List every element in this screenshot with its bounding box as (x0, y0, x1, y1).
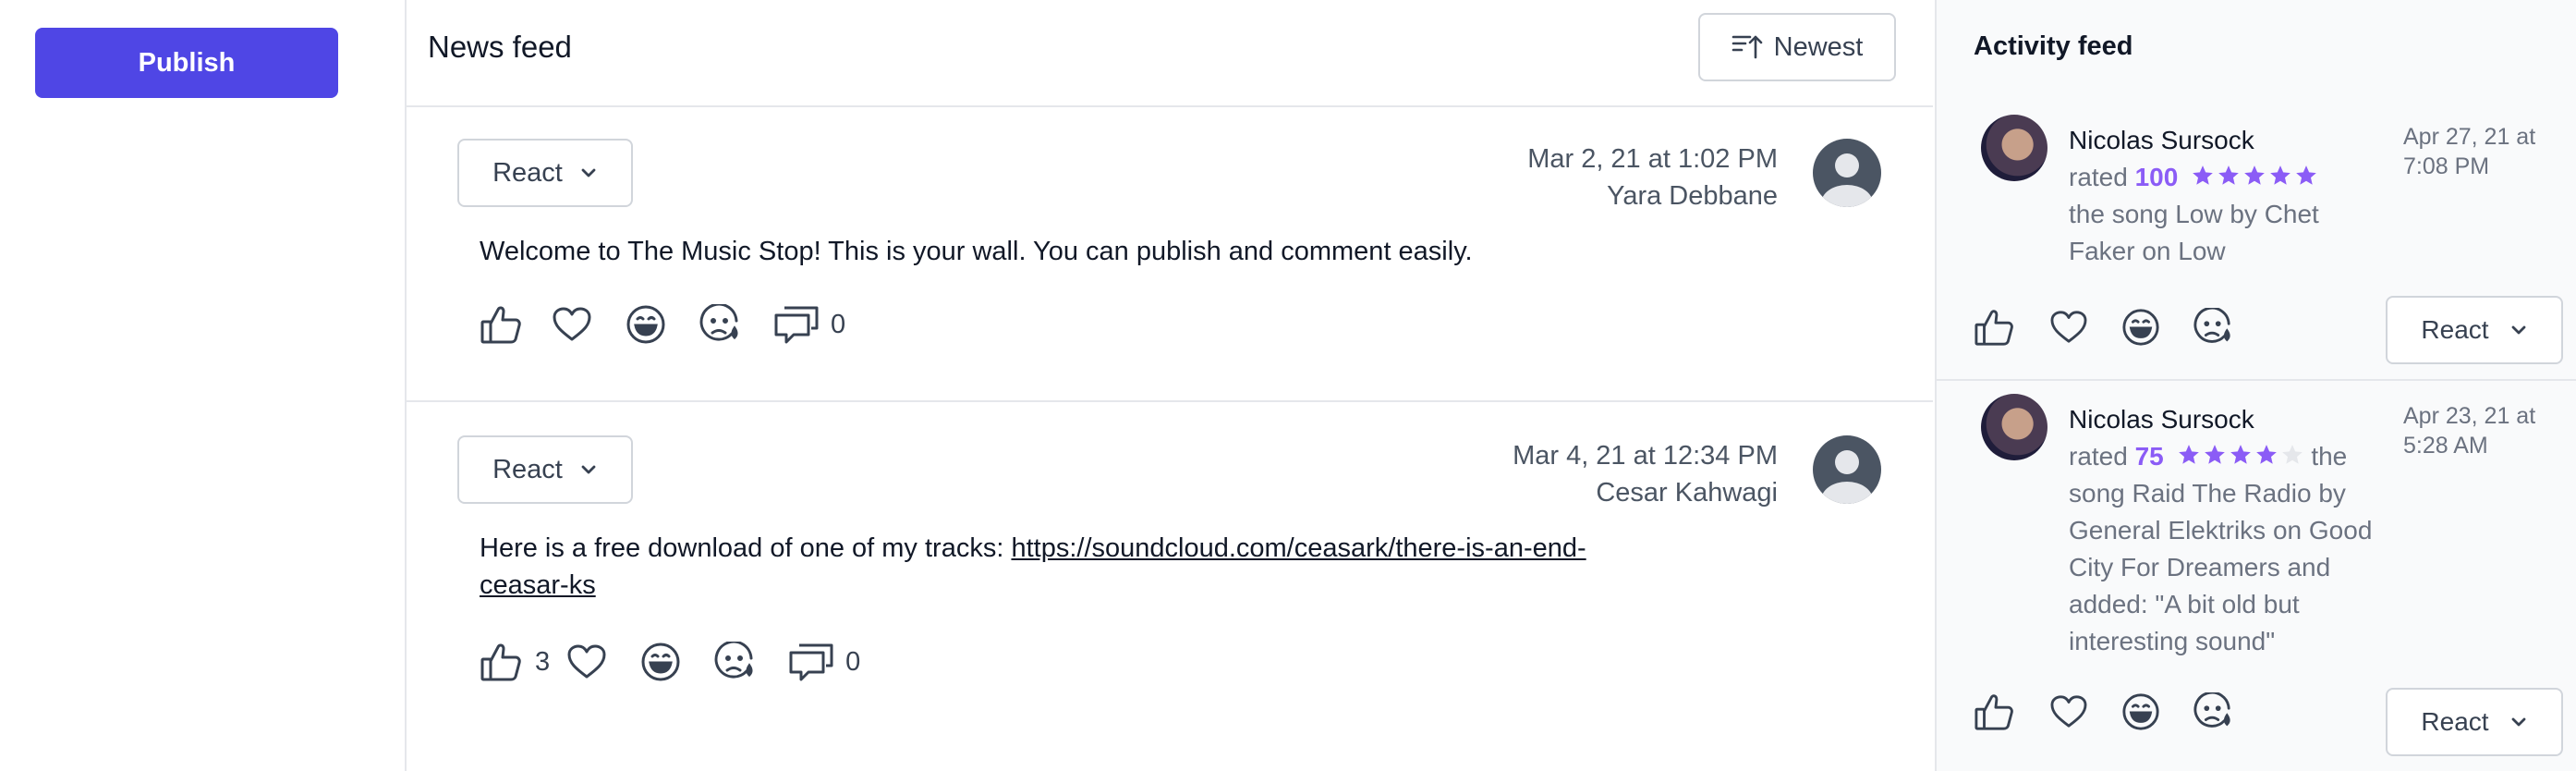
like-icon[interactable] (1974, 691, 2016, 732)
react-dropdown-button[interactable]: React (2386, 688, 2563, 756)
post-text: Welcome to The Music Stop! This is your … (480, 237, 1473, 266)
rating-value: 100 (2134, 163, 2179, 191)
laugh-icon[interactable] (2121, 692, 2160, 731)
sort-newest-button[interactable]: Newest (1698, 13, 1896, 81)
like-icon[interactable] (480, 303, 524, 346)
avatar[interactable] (1981, 115, 2047, 181)
sad-icon[interactable] (2193, 308, 2232, 347)
chevron-down-icon (579, 463, 598, 476)
post: React Mar 2, 21 at 1:02 PM Yara Debbane … (407, 107, 1933, 402)
react-label: React (2421, 315, 2489, 344)
activity-text: Nicolas Sursock rated 100 the song Low b… (2069, 122, 2388, 270)
reaction-bar: 0 (480, 303, 845, 346)
rated-word: rated (2069, 442, 2128, 471)
star-icon (2281, 445, 2303, 464)
like-count: 3 (535, 646, 551, 677)
star-icon (2193, 165, 2213, 185)
activity-text: Nicolas Sursock rated 75 the song Raid T… (2069, 401, 2388, 660)
activity-date-line1: Apr 23, 21 at (2403, 403, 2536, 429)
sort-label: Newest (1773, 31, 1864, 62)
sad-icon[interactable] (714, 642, 755, 682)
chevron-down-icon (579, 166, 598, 179)
sad-icon[interactable] (699, 304, 740, 345)
rating-value: 75 (2134, 442, 2164, 471)
comment-icon[interactable] (788, 642, 834, 681)
avatar[interactable] (1981, 394, 2047, 460)
activity-description: the song Raid The Radio by General Elekt… (2069, 442, 2373, 655)
like-icon[interactable] (480, 641, 524, 683)
laugh-icon[interactable] (640, 642, 681, 682)
react-dropdown-button[interactable]: React (457, 139, 633, 207)
activity-date: Apr 27, 21 at 7:08 PM (2403, 122, 2560, 181)
activity-title: Activity feed (1974, 31, 2133, 61)
comment-icon[interactable] (773, 305, 820, 344)
laugh-icon[interactable] (2121, 308, 2160, 347)
activity-item: Nicolas Sursock rated 75 the song Raid T… (1937, 381, 2576, 771)
post-text-prefix: Here is a free download of one of my tra… (480, 533, 1012, 563)
publish-button[interactable]: Publish (35, 28, 338, 98)
post-date: Mar 4, 21 at 12:34 PM (1513, 441, 1778, 471)
chevron-down-icon (2509, 324, 2528, 337)
post-link-line1: https://soundcloud.com/ceasark/there-is-… (1011, 533, 1586, 563)
comment-count: 0 (845, 646, 861, 677)
star-icon (2178, 445, 2199, 464)
star-icon (2270, 165, 2290, 185)
heart-icon[interactable] (552, 306, 592, 343)
star-icon (2230, 445, 2251, 464)
reaction-bar (1974, 691, 2232, 732)
heart-icon[interactable] (2049, 310, 2088, 345)
reaction-bar: 3 0 (480, 641, 860, 683)
heart-icon[interactable] (566, 643, 607, 680)
feed-title: News feed (428, 30, 572, 64)
react-label: React (2421, 707, 2489, 736)
activity-date-line1: Apr 27, 21 at (2403, 124, 2536, 150)
news-feed: News feed Newest React Mar 2, 21 at 1:02… (407, 0, 1933, 771)
activity-date-line2: 7:08 PM (2403, 153, 2490, 179)
sad-icon[interactable] (2193, 692, 2232, 731)
laugh-icon[interactable] (626, 304, 666, 345)
star-icon (2218, 165, 2239, 185)
post-author[interactable]: Cesar Kahwagi (1513, 474, 1778, 511)
feed-header: News feed Newest (407, 0, 1933, 107)
react-dropdown-button[interactable]: React (2386, 296, 2563, 364)
react-dropdown-button[interactable]: React (457, 435, 633, 504)
reaction-bar (1974, 307, 2232, 348)
activity-date-line2: 5:28 AM (2403, 433, 2488, 459)
star-icon (2296, 165, 2316, 185)
react-label: React (492, 157, 563, 188)
chevron-down-icon (2509, 716, 2528, 728)
activity-user[interactable]: Nicolas Sursock (2069, 401, 2388, 438)
activity-feed: Activity feed Nicolas Sursock rated 100 … (1935, 0, 2576, 771)
post-link-line2: ceasar-ks (480, 570, 596, 600)
activity-date: Apr 23, 21 at 5:28 AM (2403, 401, 2560, 460)
avatar[interactable] (1813, 435, 1881, 504)
avatar[interactable] (1813, 139, 1881, 207)
post-text: Here is a free download of one of my tra… (480, 530, 1653, 604)
activity-user[interactable]: Nicolas Sursock (2069, 122, 2388, 159)
comment-count: 0 (831, 309, 846, 339)
star-rating (2191, 164, 2318, 188)
star-icon (2255, 445, 2277, 464)
activity-description: the song Low by Chet Faker on Low (2069, 200, 2319, 265)
like-icon[interactable] (1974, 307, 2016, 348)
left-sidebar: Publish (0, 0, 407, 771)
post-meta: Mar 2, 21 at 1:02 PM Yara Debbane (1527, 141, 1778, 214)
post: React Mar 4, 21 at 12:34 PM Cesar Kahwag… (407, 404, 1933, 771)
sort-ascending-icon (1732, 33, 1763, 61)
star-icon (2204, 445, 2225, 464)
post-author[interactable]: Yara Debbane (1527, 177, 1778, 214)
post-date: Mar 2, 21 at 1:02 PM (1527, 144, 1778, 174)
react-label: React (492, 454, 563, 484)
star-rating (2177, 443, 2304, 467)
post-meta: Mar 4, 21 at 12:34 PM Cesar Kahwagi (1513, 437, 1778, 511)
activity-item: Nicolas Sursock rated 100 the song Low b… (1937, 102, 2576, 381)
heart-icon[interactable] (2049, 694, 2088, 729)
star-icon (2244, 165, 2265, 185)
rated-word: rated (2069, 163, 2128, 191)
